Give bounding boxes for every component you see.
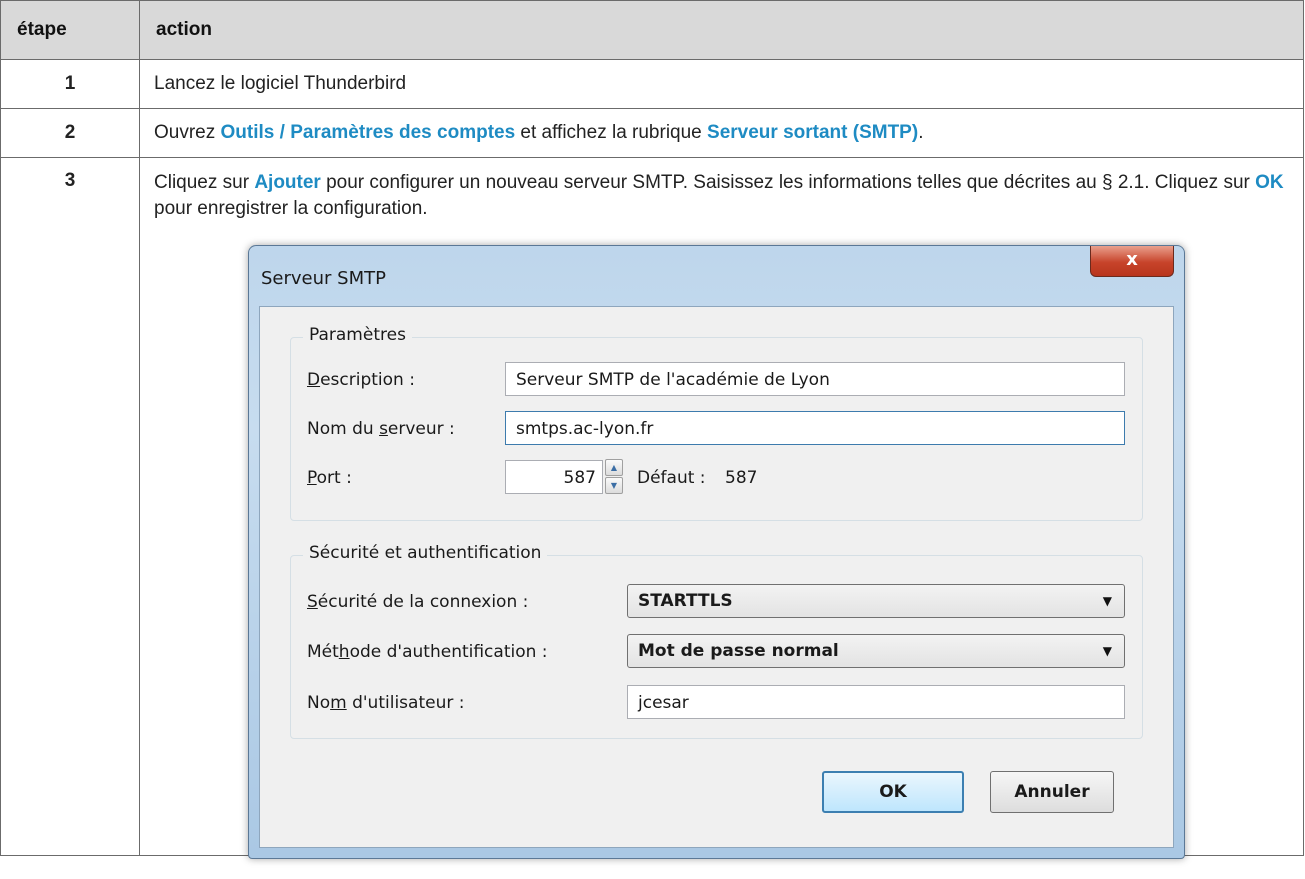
username-label: Nom d'utilisateur : xyxy=(307,693,465,713)
action-text-part: Ouvrez xyxy=(154,122,221,143)
security-legend: Sécurité et authentification xyxy=(303,543,548,563)
close-icon: x xyxy=(1126,249,1138,270)
table-row: 1 Lancez le logiciel Thunderbird xyxy=(0,59,1304,109)
step-number: 1 xyxy=(0,59,140,109)
action-text-part: pour configurer un nouveau serveur SMTP.… xyxy=(320,172,1256,193)
chevron-up-icon[interactable]: ▲ xyxy=(605,459,623,476)
server-name-label: Nom du serveur : xyxy=(307,419,455,439)
header-action: action xyxy=(139,0,1304,60)
section-keyword: Serveur sortant (SMTP) xyxy=(707,122,919,143)
default-port-label: Défaut : xyxy=(637,468,706,488)
action-text-part: Cliquez sur xyxy=(154,172,255,193)
table-row: 2 Ouvrez Outils / Paramètres des comptes… xyxy=(0,108,1304,158)
step-number: 3 xyxy=(0,157,140,856)
add-keyword: Ajouter xyxy=(254,172,321,193)
ok-button[interactable]: OK xyxy=(822,771,964,813)
port-label: Port : xyxy=(307,468,352,488)
parameters-group: Paramètres Description : Serveur SMTP de… xyxy=(290,325,1143,521)
menu-path-keyword: Outils / Paramètres des comptes xyxy=(220,122,516,143)
port-stepper[interactable]: ▲ ▼ xyxy=(605,459,623,495)
chevron-down-icon[interactable]: ▼ xyxy=(605,477,623,494)
chevron-down-icon: ▼ xyxy=(1102,594,1112,608)
auth-method-select[interactable]: Mot de passe normal ▼ xyxy=(627,634,1125,668)
parameters-legend: Paramètres xyxy=(303,325,412,345)
ok-keyword: OK xyxy=(1255,172,1284,193)
table-header-row: étape action xyxy=(0,0,1304,60)
security-group: Sécurité et authentification Sécurité de… xyxy=(290,543,1143,739)
dialog-title: Serveur SMTP xyxy=(261,268,386,289)
action-text-part: . xyxy=(918,122,924,143)
close-button[interactable]: x xyxy=(1090,246,1174,277)
cancel-button[interactable]: Annuler xyxy=(990,771,1114,813)
action-text: Lancez le logiciel Thunderbird xyxy=(139,59,1304,109)
smtp-server-dialog: Serveur SMTP x Paramètres Description : … xyxy=(248,245,1185,859)
server-name-input[interactable]: smtps.ac-lyon.fr xyxy=(505,411,1125,445)
port-input[interactable]: 587 xyxy=(505,460,603,494)
action-text-part: pour enregistrer la configuration. xyxy=(154,198,428,219)
default-port-value: 587 xyxy=(725,468,758,488)
chevron-down-icon: ▼ xyxy=(1102,644,1112,658)
step-number: 2 xyxy=(0,108,140,158)
description-input[interactable]: Serveur SMTP de l'académie de Lyon xyxy=(505,362,1125,396)
connection-security-label: Sécurité de la connexion : xyxy=(307,592,529,612)
action-text-part: et affichez la rubrique xyxy=(515,122,708,143)
dialog-client-area: Paramètres Description : Serveur SMTP de… xyxy=(259,306,1174,848)
auth-method-label: Méthode d'authentification : xyxy=(307,642,548,662)
action-text: Ouvrez Outils / Paramètres des comptes e… xyxy=(139,108,1304,158)
description-label: Description : xyxy=(307,370,415,390)
username-input[interactable]: jcesar xyxy=(627,685,1125,719)
connection-security-select[interactable]: STARTTLS ▼ xyxy=(627,584,1125,618)
header-step: étape xyxy=(0,0,140,60)
